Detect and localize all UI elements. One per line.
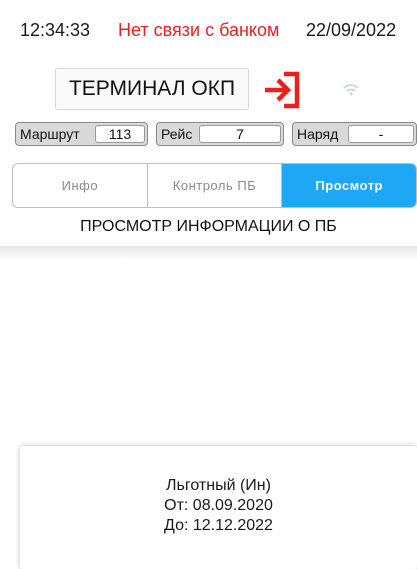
benefit-valid-from: От: 08.09.2020: [164, 497, 273, 514]
bank-connection-status: Нет связи с банком: [118, 20, 280, 40]
section-title: ПРОСМОТР ИНФОРМАЦИИ О ПБ: [80, 218, 337, 235]
order-value: -: [348, 125, 414, 143]
trip-value: 7: [199, 125, 281, 143]
benefit-type: Льготный (Ин): [166, 477, 271, 494]
clock-time: 12:34:33: [20, 20, 91, 40]
tab-view[interactable]: Просмотр: [282, 164, 416, 207]
terminal-title-label: ТЕРМИНАЛ ОКП: [68, 77, 236, 100]
route-field: Маршрут 113: [15, 122, 148, 146]
order-field: Наряд -: [292, 122, 417, 146]
tab-info[interactable]: Инфо: [13, 164, 148, 207]
terminal-title: ТЕРМИНАЛ ОКП: [55, 68, 249, 110]
logout-icon[interactable]: [262, 70, 302, 110]
benefit-card[interactable]: Льготный (Ин) От: 08.09.2020 До: 12.12.2…: [20, 446, 417, 569]
trip-field: Рейс 7: [156, 122, 284, 146]
tab-bar: Инфо Контроль ПБ Просмотр: [12, 163, 417, 208]
trip-label: Рейс: [161, 126, 193, 142]
route-label: Маршрут: [20, 126, 80, 142]
tab-control[interactable]: Контроль ПБ: [148, 164, 283, 207]
route-value: 113: [95, 125, 145, 143]
signal-icon: [343, 84, 359, 96]
divider: [0, 246, 417, 260]
status-bar: 12:34:33 Нет связи с банком 22/09/2022: [0, 0, 417, 62]
order-label: Наряд: [297, 126, 339, 142]
benefit-valid-to: До: 12.12.2022: [164, 517, 273, 534]
current-date: 22/09/2022: [306, 20, 397, 40]
